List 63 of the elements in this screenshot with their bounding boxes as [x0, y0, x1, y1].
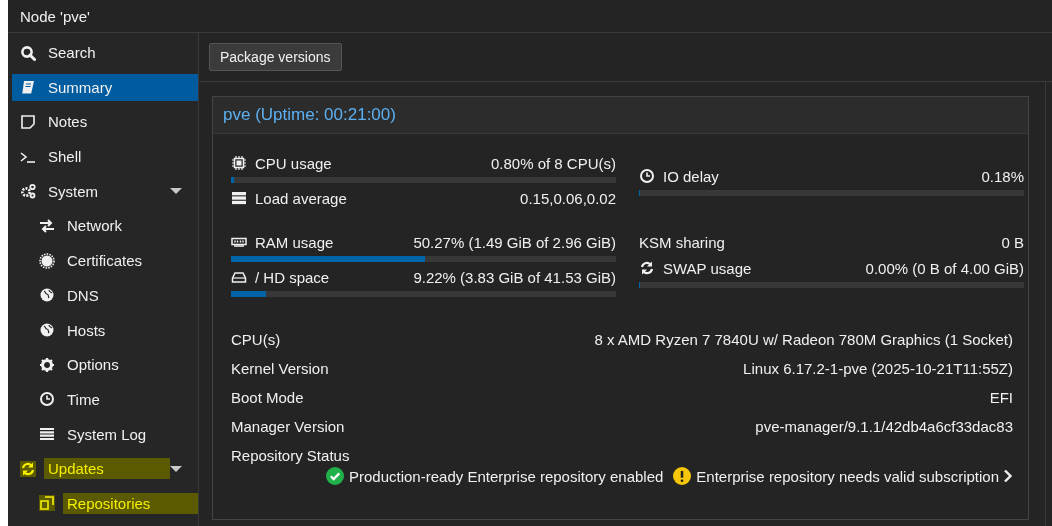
clock-icon [639, 168, 655, 184]
stat-label: RAM usage [255, 233, 335, 251]
sidebar-item[interactable]: Hosts [12, 316, 198, 344]
globe-icon [39, 322, 55, 338]
hard-drive-icon [231, 269, 247, 285]
stat-value: 0 B [1001, 233, 1024, 251]
sidebar-item[interactable]: Options [12, 351, 198, 379]
check-circle-icon [326, 467, 344, 485]
refresh-icon [639, 260, 655, 276]
server-icon [231, 190, 247, 206]
panel-title: pve (Uptime: 00:21:00) [223, 105, 396, 125]
caret-icon[interactable] [170, 187, 182, 196]
gear-icon [39, 356, 55, 373]
sidebar-item[interactable]: Summary [12, 73, 198, 101]
stat-label: Load average [255, 189, 348, 207]
sidebar-item[interactable]: Shell [12, 143, 198, 171]
gears-icon [20, 183, 36, 200]
repository-status-text: Production-ready Enterprise repository enabled [349, 467, 664, 485]
refresh-icon [20, 460, 36, 477]
stat-value: 0.00% (0 B of 4.00 GiB) [865, 259, 1024, 277]
info-label: Repository Status [231, 447, 350, 464]
sidebar-item[interactable]: System Log [12, 420, 198, 448]
list-icon [39, 426, 55, 443]
certificate-icon [39, 252, 55, 269]
info-value: Linux 6.17.2-1-pve (2025-10-21T11:55Z) [743, 360, 1013, 377]
stat-value: 9.22% (3.83 GiB of 41.53 GiB) [413, 268, 616, 286]
caret-icon[interactable] [170, 464, 182, 473]
package-versions-button[interactable]: Package versions [209, 43, 342, 71]
sidebar-item[interactable]: Search [12, 39, 198, 66]
stat-value: 0.15,0.06,0.02 [520, 189, 616, 207]
stat-label: IO delay [663, 167, 720, 185]
sidebar-item[interactable]: Notes [12, 108, 198, 136]
info-value: 8 x AMD Ryzen 7 7840U w/ Radeon 780M Graphics (1 Socket) [594, 331, 1013, 348]
stat-label: SWAP usage [663, 259, 753, 277]
clock-icon [39, 391, 55, 408]
warning-icon [673, 467, 692, 485]
stat-value: 0.18% [981, 167, 1024, 185]
sidebar-item[interactable]: System [12, 177, 198, 205]
sidebar-item[interactable]: Certificates [12, 247, 198, 275]
stat-label: KSM sharing [639, 233, 726, 251]
stat-label: CPU usage [255, 154, 333, 172]
chevron-right-icon[interactable] [1003, 469, 1013, 483]
chip-icon [231, 155, 247, 171]
info-value: EFI [989, 389, 1013, 406]
stat-value: 50.27% (1.49 GiB of 2.96 GiB) [413, 233, 616, 251]
arrows-icon [39, 217, 55, 234]
sidebar-item[interactable]: Time [12, 385, 198, 413]
copy-icon [39, 495, 55, 512]
info-value: pve-manager/9.1.1/42db4a6cf33dac83 [755, 418, 1013, 435]
info-label: CPU(s) [231, 331, 281, 348]
window-title: Node 'pve' [20, 7, 90, 25]
info-label: Boot Mode [231, 389, 304, 406]
sidebar-item[interactable]: Network [12, 212, 198, 240]
info-label: Kernel Version [231, 360, 329, 377]
search-icon [20, 44, 36, 61]
stat-value: 0.80% of 8 CPU(s) [490, 154, 616, 172]
note-icon [20, 113, 36, 130]
info-label: Manager Version [231, 418, 345, 435]
globe-icon [39, 287, 55, 304]
repository-status-text: Enterprise repository needs valid subscription [696, 467, 999, 485]
stat-label: / HD space [255, 268, 331, 286]
sidebar-item[interactable]: DNS [12, 281, 198, 309]
book-icon [20, 79, 36, 96]
